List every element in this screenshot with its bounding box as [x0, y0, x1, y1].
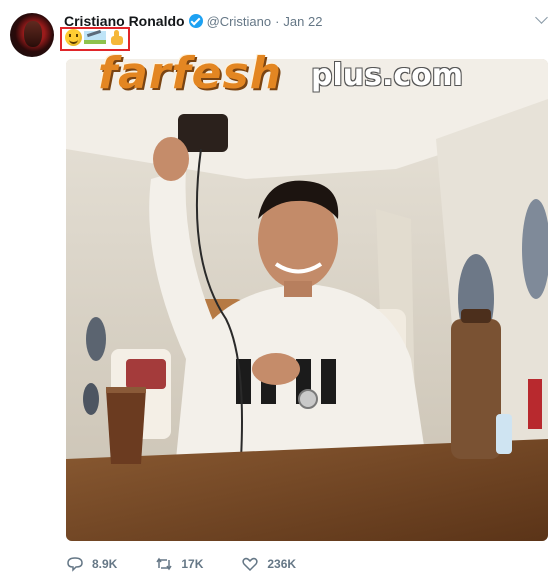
retweet-icon — [156, 557, 172, 571]
tweet-text — [65, 29, 125, 46]
thumbs-up-emoji — [108, 29, 125, 46]
retweet-button[interactable]: 17K — [155, 556, 203, 572]
tweet-photo[interactable] — [66, 59, 548, 541]
tweet-card[interactable]: Cristiano Ronaldo @Cristiano · Jan 22 fa… — [0, 0, 560, 581]
heart-icon — [242, 557, 258, 572]
retweet-count: 17K — [181, 557, 204, 571]
tweet-actions: 8.9K 17K 236K — [66, 556, 334, 572]
watermark-main: farfesh — [98, 48, 283, 99]
header-separator: · — [275, 13, 280, 29]
watermark-logo: farfesh plus.com — [98, 48, 498, 99]
smiling-face-emoji — [65, 29, 82, 46]
like-button[interactable]: 236K — [241, 556, 296, 572]
verified-badge-icon — [188, 14, 203, 28]
airplane-emoji — [84, 29, 106, 46]
reply-count: 8.9K — [92, 557, 118, 571]
tweet-date[interactable]: Jan 22 — [283, 14, 322, 29]
reply-button[interactable]: 8.9K — [66, 556, 117, 572]
chevron-down-icon[interactable] — [535, 11, 548, 24]
reply-icon — [67, 557, 83, 572]
photo-image — [66, 59, 548, 541]
avatar[interactable] — [10, 13, 54, 57]
like-count: 236K — [267, 557, 297, 571]
watermark-sub: plus.com — [311, 58, 464, 93]
author-handle[interactable]: @Cristiano — [207, 14, 272, 29]
